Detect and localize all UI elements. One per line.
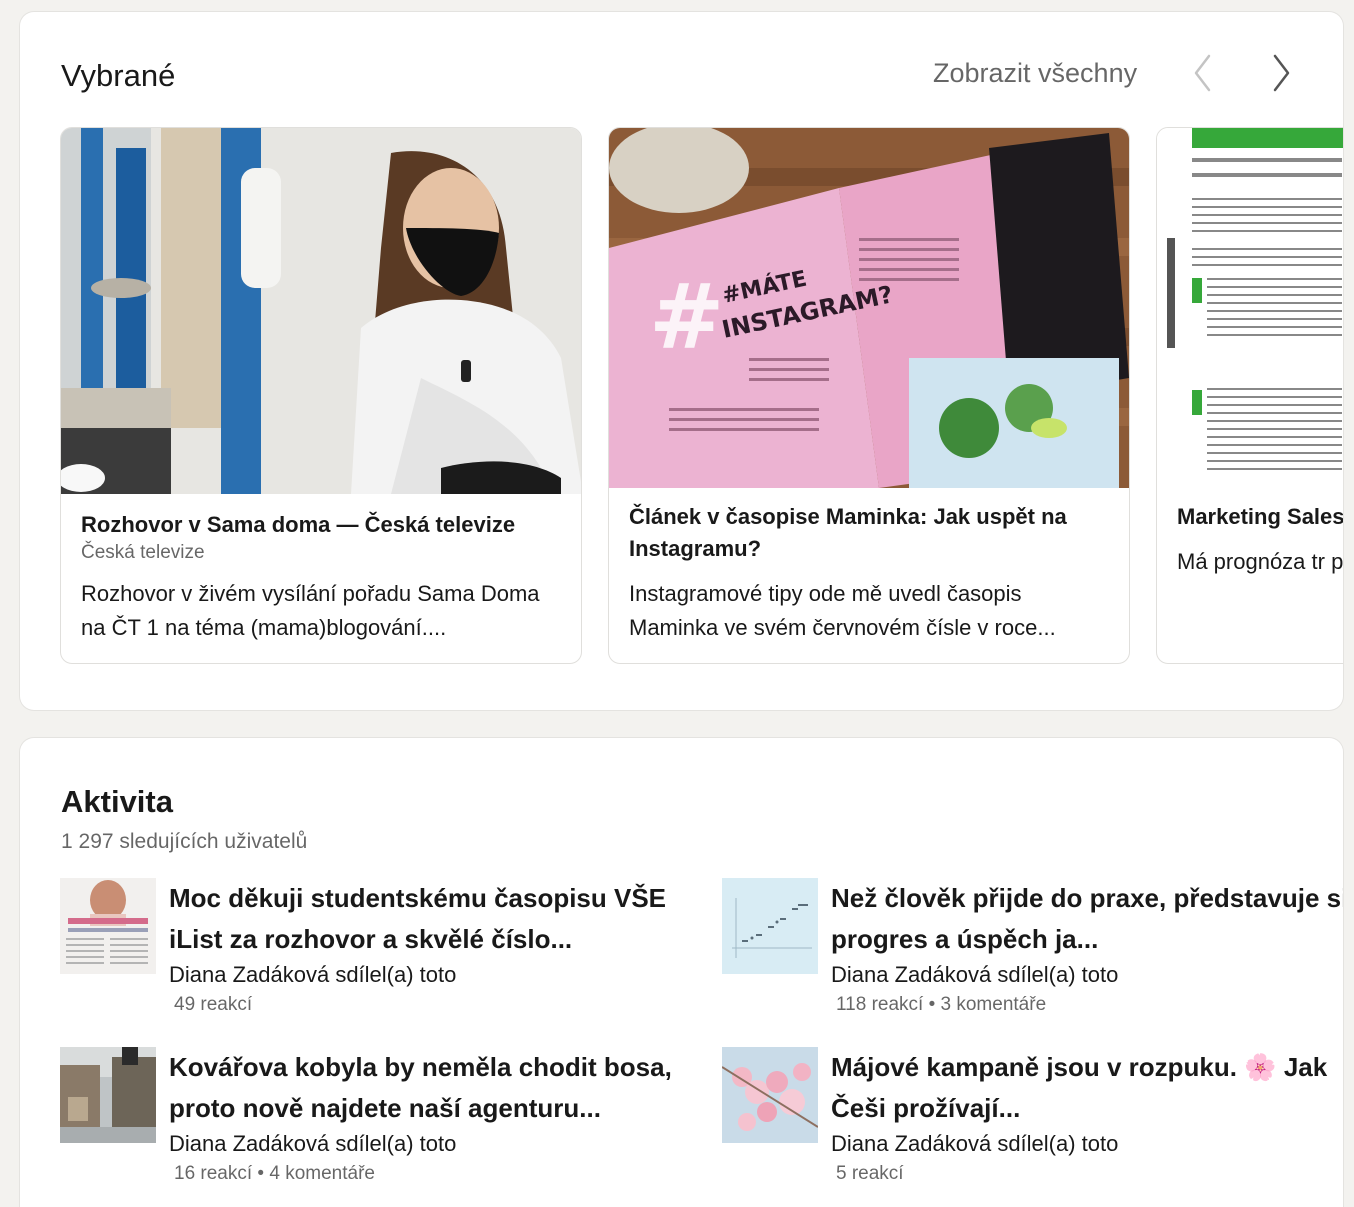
post-title: Kovářova kobyla by neměla chodit bosa, p…: [169, 1052, 672, 1123]
card-description: Rozhovor v živém vysílání pořadu Sama Do…: [81, 581, 540, 640]
featured-carousel: Rozhovor v Sama doma — Česká televize Če…: [60, 127, 1343, 667]
post-shared-by: Diana Zadáková sdílel(a) toto: [831, 962, 1119, 987]
activity-title: Aktivita: [61, 784, 173, 819]
activity-post[interactable]: Než člověk přijde do praxe, představuje …: [722, 878, 1343, 1028]
post-thumbnail: [60, 1047, 156, 1143]
post-thumbnail: [722, 878, 818, 974]
card-image-tv-interview: [61, 128, 581, 494]
post-stats: 5 reakcí: [836, 1163, 904, 1184]
post-title: Než člověk přijde do praxe, představuje …: [831, 883, 1343, 954]
activity-post[interactable]: Májové kampaně jsou v rozpuku. 🌸 Jak Češ…: [722, 1047, 1327, 1197]
card-description: Má prognóza tr pro týdenní Ma: [1177, 549, 1343, 574]
next-button[interactable]: [1260, 50, 1304, 96]
featured-card[interactable]: Rozhovor v Sama doma — Česká televize Če…: [60, 127, 582, 664]
post-stats: 118 reakcí • 3 komentáře: [836, 994, 1047, 1015]
featured-card[interactable]: Marketing Sales sociálních sítí Má progn…: [1156, 127, 1343, 664]
previous-button[interactable]: [1180, 50, 1224, 96]
post-title: Májové kampaně jsou v rozpuku. 🌸 Jak Češ…: [831, 1052, 1328, 1123]
card-title: Článek v časopise Maminka: Jak uspět na …: [629, 504, 1067, 561]
post-stats: 16 reakcí • 4 komentáře: [174, 1163, 375, 1184]
post-thumbnail: [722, 1047, 818, 1143]
card-title: Rozhovor v Sama doma — Česká televize: [81, 512, 516, 537]
card-source: Česká televize: [81, 542, 205, 563]
featured-title: Vybrané: [61, 58, 176, 93]
activity-post[interactable]: Kovářova kobyla by neměla chodit bosa, p…: [60, 1047, 672, 1197]
card-image-magazine: # #MÁTE INSTAGRAM?: [609, 128, 1129, 488]
chevron-left-icon: [1194, 54, 1211, 92]
post-thumbnail: [60, 878, 156, 974]
featured-card[interactable]: # #MÁTE INSTAGRAM? Článek v časopise Mam…: [608, 127, 1130, 664]
card-image-article: [1157, 128, 1343, 488]
show-all-link[interactable]: Zobrazit všechny: [933, 58, 1137, 89]
post-shared-by: Diana Zadáková sdílel(a) toto: [831, 1131, 1119, 1156]
chevron-right-icon: [1273, 54, 1290, 92]
featured-section: Vybrané Zobrazit všechny Rozhovor v Sama…: [20, 12, 1343, 710]
activity-section: Aktivita 1 297 sledujících uživatelů Moc…: [20, 738, 1343, 1207]
post-title: Moc děkuji studentskému časopisu VŠE iLi…: [169, 883, 667, 954]
card-title: Marketing Sales sociálních sítí: [1177, 504, 1343, 529]
post-stats: 49 reakcí: [174, 994, 253, 1015]
svg-text:#: #: [649, 265, 724, 370]
post-shared-by: Diana Zadáková sdílel(a) toto: [169, 1131, 457, 1156]
activity-post[interactable]: Moc děkuji studentskému časopisu VŠE iLi…: [60, 878, 666, 1028]
card-description: Instagramové tipy ode mě uvedl časopis M…: [629, 581, 1056, 640]
followers-count[interactable]: 1 297 sledujících uživatelů: [61, 830, 307, 854]
post-shared-by: Diana Zadáková sdílel(a) toto: [169, 962, 457, 987]
